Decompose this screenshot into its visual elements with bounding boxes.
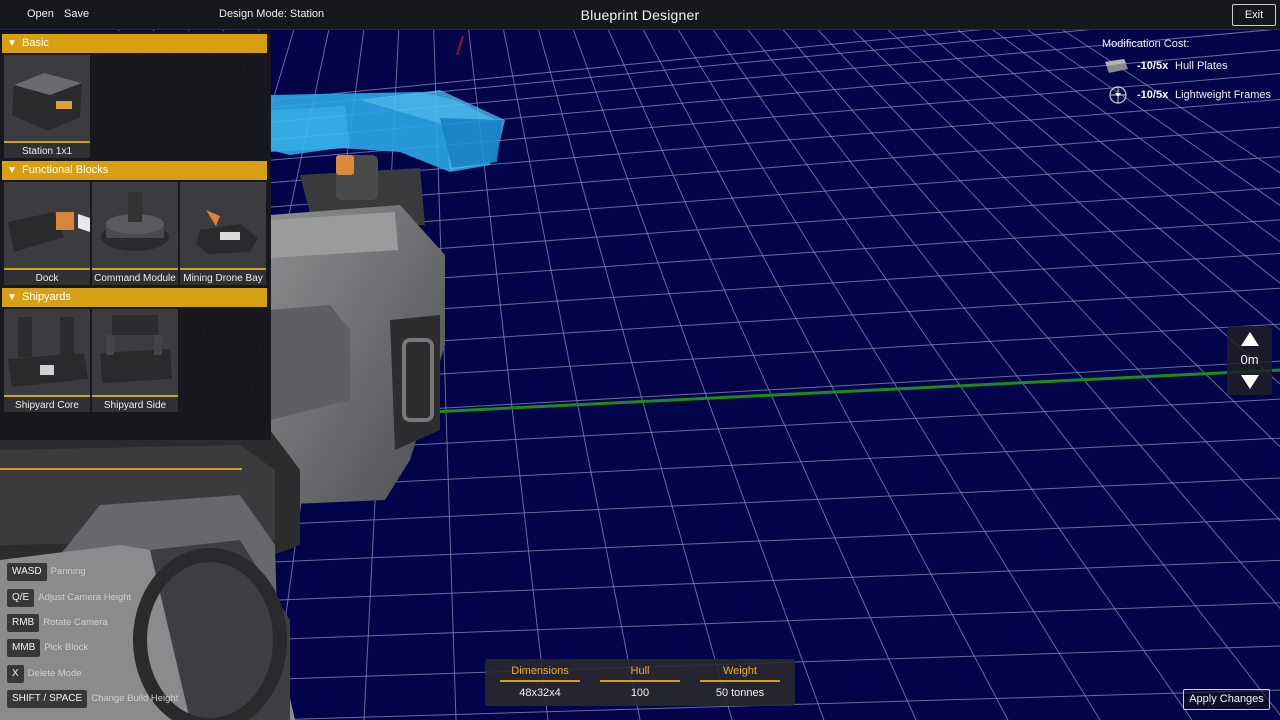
ghost-block-preview: [270, 90, 505, 172]
cost-amount: -10/5x: [1137, 60, 1169, 72]
cost-row: -10/5x Lightweight Frames: [1100, 79, 1278, 108]
block-palette: ▼ Basic Station 1x1 ▼ Functional Blocks: [0, 31, 271, 470]
command-module-icon: [92, 182, 178, 268]
block-tile-label: Shipyard Core: [4, 395, 90, 412]
page-title: Blueprint Designer: [580, 7, 700, 23]
grid-line: [852, 29, 1280, 448]
blueprint-stats-panel: Dimensions 48x32x4 Hull 100 Weight 50 to…: [485, 659, 795, 706]
block-tile-dock[interactable]: Dock: [4, 182, 90, 285]
category-header-functional-blocks[interactable]: ▼ Functional Blocks: [2, 161, 267, 180]
stat-dimensions: Dimensions 48x32x4: [500, 665, 580, 699]
category-label: Shipyards: [22, 291, 71, 303]
category-header-basic[interactable]: ▼ Basic: [2, 34, 267, 53]
cost-item-name: Hull Plates: [1175, 60, 1228, 72]
block-tile-shipyard-core[interactable]: Shipyard Core: [4, 309, 90, 412]
grid-line: [573, 29, 825, 720]
stat-value: 48x32x4: [519, 687, 561, 699]
stat-weight: Weight 50 tonnes: [700, 665, 780, 699]
block-tile-mining-drone-bay[interactable]: Mining Drone Bay: [180, 182, 266, 285]
block-tile-label: Shipyard Side: [92, 395, 178, 412]
key-cap: WASD: [7, 563, 47, 581]
height-up-arrow-icon[interactable]: [1240, 331, 1260, 347]
y-axis-line: [456, 35, 464, 56]
stat-hull: Hull 100: [600, 665, 680, 699]
block-tile-label: Dock: [4, 268, 90, 285]
stat-label: Dimensions: [500, 665, 580, 682]
key-hint: WASD Panning: [7, 561, 86, 581]
key-hint: X Delete Mode: [7, 663, 82, 683]
key-hint-text: Panning: [50, 566, 86, 577]
key-cap: MMB: [7, 639, 41, 657]
grid-line: [503, 29, 641, 720]
key-hint: RMB Rotate Camera: [7, 612, 108, 632]
grid-line: [269, 477, 1280, 526]
category-label: Functional Blocks: [22, 164, 109, 176]
grid-line: [642, 29, 1009, 720]
hull-plate-icon: [1105, 59, 1128, 73]
grid-line: [269, 437, 1280, 489]
block-tile-label: Station 1x1: [4, 141, 90, 158]
stat-label: Hull: [600, 665, 680, 682]
key-hint-text: Change Build Height: [91, 693, 179, 704]
key-hint: SHIFT / SPACE Change Build Height: [7, 688, 179, 708]
cost-item-name: Lightweight Frames: [1175, 89, 1271, 101]
key-cap: X: [7, 665, 24, 683]
key-hint: MMB Pick Block: [7, 637, 89, 657]
grid-line: [269, 559, 1280, 601]
grid-line: [538, 29, 733, 720]
key-hint-text: Rotate Camera: [43, 617, 108, 628]
grid-line: [817, 29, 1280, 522]
key-cap: RMB: [7, 614, 40, 632]
top-bar: Open Save Design Mode: Station Blueprint…: [0, 0, 1280, 30]
build-height-value: 0m: [1240, 352, 1259, 367]
key-cap: Q/E: [7, 589, 35, 607]
collapse-triangle-icon: ▼: [7, 38, 17, 49]
key-hint-text: Pick Block: [44, 642, 89, 653]
grid-line: [269, 518, 1280, 563]
key-hint-text: Delete Mode: [27, 668, 82, 679]
stat-label: Weight: [700, 665, 780, 682]
grid-line: [712, 29, 1193, 720]
collapse-triangle-icon: ▼: [7, 165, 17, 176]
apply-changes-button[interactable]: Apply Changes: [1183, 689, 1270, 710]
key-hint-text: Adjust Camera Height: [38, 592, 132, 603]
modification-cost-title: Modification Cost:: [1102, 38, 1190, 50]
cost-amount: -10/5x: [1137, 89, 1169, 101]
block-tile-command-module[interactable]: Command Module: [92, 182, 178, 285]
modification-cost-panel: Modification Cost: -10/5x Hull Plates -1…: [1100, 38, 1278, 108]
block-tile-station-1x1[interactable]: Station 1x1: [4, 55, 90, 158]
collapse-triangle-icon: ▼: [7, 292, 17, 303]
height-down-arrow-icon[interactable]: [1240, 374, 1260, 390]
palette-divider: [0, 468, 242, 470]
block-tile-label: Command Module: [92, 268, 178, 285]
key-hint: Q/E Adjust Camera Height: [7, 587, 132, 607]
build-height-control: 0m: [1227, 326, 1272, 395]
shipyard-core-icon: [4, 309, 90, 395]
category-label: Basic: [22, 37, 49, 49]
block-tile-shipyard-side[interactable]: Shipyard Side: [92, 309, 178, 412]
lightweight-frame-icon: [1109, 86, 1127, 104]
mining-drone-bay-icon: [180, 182, 266, 268]
grid-line: [269, 602, 1280, 640]
key-cap: SHIFT / SPACE: [7, 690, 88, 708]
shipyard-side-icon: [92, 309, 178, 395]
block-tile-label: Mining Drone Bay: [180, 268, 266, 285]
cost-row: -10/5x Hull Plates: [1100, 50, 1278, 79]
station-block-icon: [4, 55, 90, 141]
exit-button[interactable]: Exit: [1232, 4, 1276, 26]
stat-value: 100: [630, 687, 650, 699]
category-header-shipyards[interactable]: ▼ Shipyards: [2, 288, 267, 307]
dock-icon: [4, 182, 90, 268]
stat-value: 50 tonnes: [715, 687, 765, 699]
